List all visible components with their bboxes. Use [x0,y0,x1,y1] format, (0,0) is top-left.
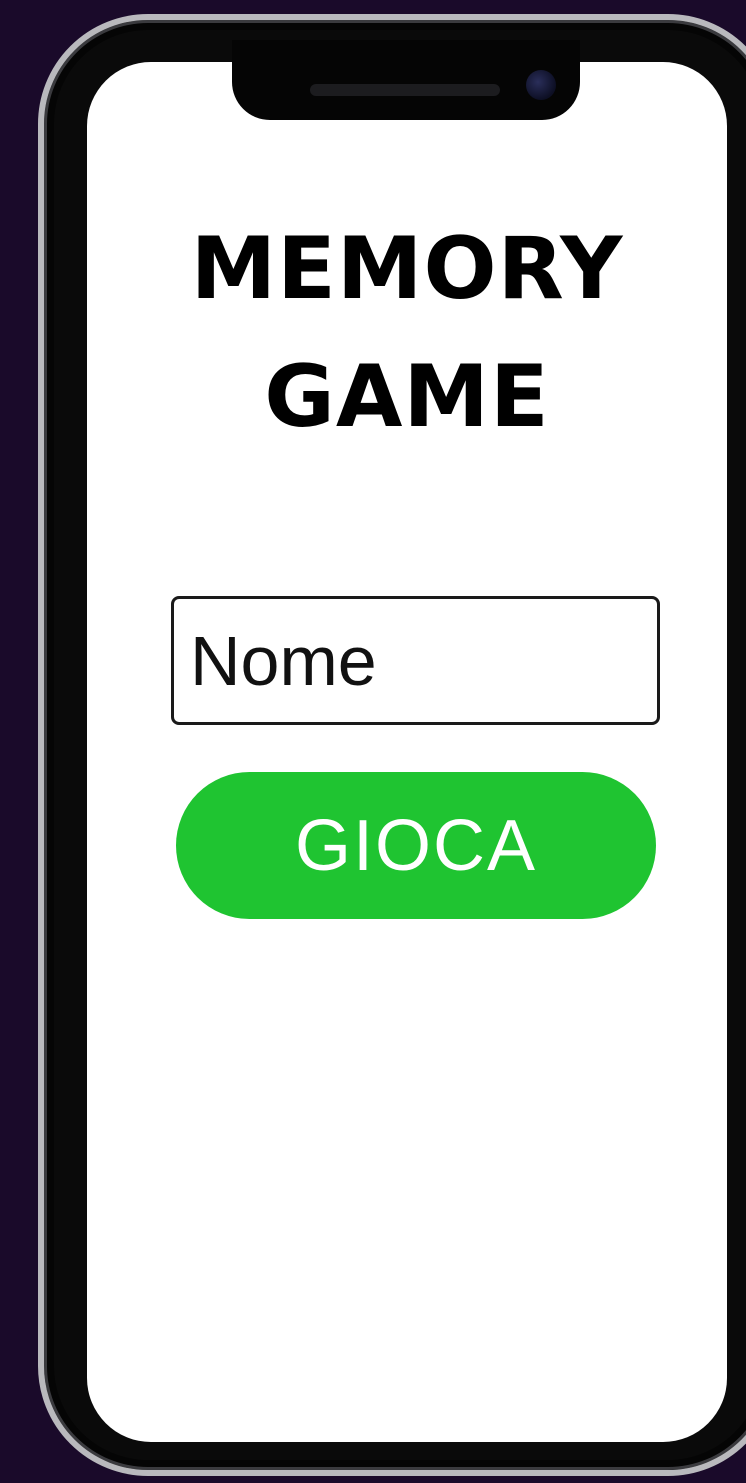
title-line-2: GAME [264,347,550,447]
stage: MEMORY GAME GIOCA [0,0,746,1483]
title-line-1: MEMORY [190,219,624,319]
speaker-icon [310,84,500,96]
camera-icon [526,70,556,100]
play-button[interactable]: GIOCA [176,772,656,919]
name-input[interactable] [171,596,660,725]
page-title: MEMORY GAME [87,205,727,461]
